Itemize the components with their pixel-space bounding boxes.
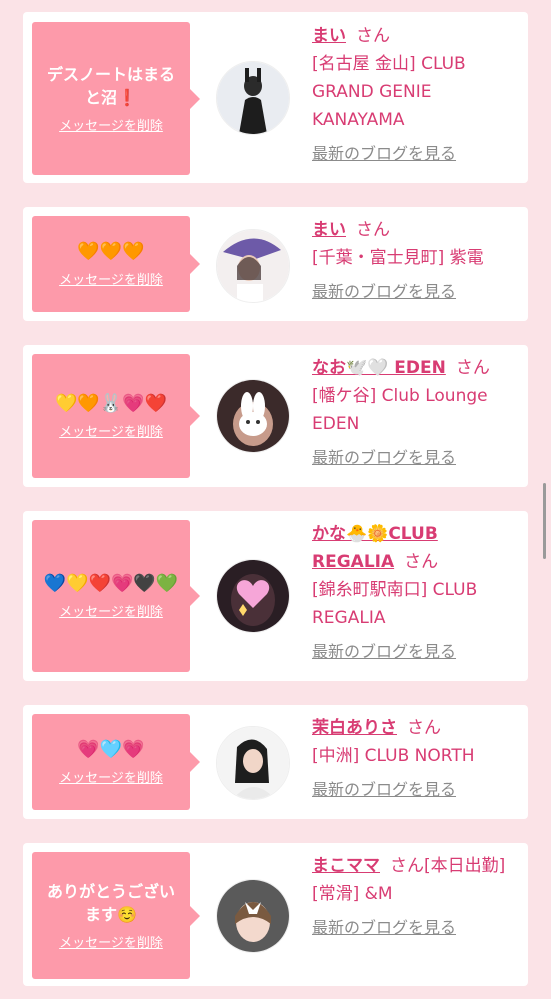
girl-info: かな🐣🌼CLUB REGALIA さん [錦糸町駅南口] CLUB REGALIA… bbox=[312, 520, 522, 662]
honorific: さん bbox=[356, 26, 390, 46]
girl-name-link[interactable]: まい bbox=[312, 220, 346, 240]
honorific: さん bbox=[356, 220, 390, 240]
message-text: デスノートはまると沼❗ bbox=[46, 65, 175, 107]
message-card: 💗🩵💗 メッセージを削除 茉白ありさ さん [中洲] CLUB NORTH 最新の… bbox=[23, 705, 528, 819]
latest-blog-link[interactable]: 最新のブログを見る bbox=[312, 278, 522, 302]
honorific: さん bbox=[455, 358, 490, 378]
shop-name: [中洲] CLUB NORTH bbox=[312, 746, 475, 766]
delete-message-link[interactable]: メッセージを削除 bbox=[59, 115, 163, 134]
shop-name: [錦糸町駅南口] CLUB REGALIA bbox=[312, 580, 478, 628]
avatar[interactable] bbox=[216, 229, 290, 303]
girl-info: まい さん [名古屋 金山] CLUB GRAND GENIE KANAYAMA … bbox=[312, 22, 522, 164]
avatar[interactable] bbox=[216, 726, 290, 800]
latest-blog-link[interactable]: 最新のブログを見る bbox=[312, 776, 522, 800]
message-bubble: ありがとうございます☺️ メッセージを削除 bbox=[32, 852, 200, 979]
message-bubble: 💙💛❤️💗🖤💚 メッセージを削除 bbox=[32, 520, 200, 672]
shop-name: [千葉・富士見町] 紫電 bbox=[312, 248, 484, 268]
honorific: さん bbox=[404, 552, 439, 572]
delete-message-link[interactable]: メッセージを削除 bbox=[59, 269, 163, 288]
girl-name-link[interactable]: なお🕊️🤍 EDEN bbox=[312, 358, 446, 378]
message-card: 💙💛❤️💗🖤💚 メッセージを削除 かな🐣🌼CLUB REGALIA さん [錦糸町… bbox=[23, 511, 528, 681]
delete-message-link[interactable]: メッセージを削除 bbox=[59, 932, 163, 951]
girl-info: まい さん [千葉・富士見町] 紫電 最新のブログを見る bbox=[312, 216, 522, 302]
message-text: 💙💛❤️💗🖤💚 bbox=[43, 573, 179, 594]
message-text: 💛🧡🐰💗❤️ bbox=[54, 393, 168, 414]
latest-blog-link[interactable]: 最新のブログを見る bbox=[312, 638, 522, 662]
latest-blog-link[interactable]: 最新のブログを見る bbox=[312, 914, 522, 938]
message-text: ありがとうございます☺️ bbox=[46, 882, 175, 924]
message-bubble: 💗🩵💗 メッセージを削除 bbox=[32, 714, 200, 810]
message-card: 🧡🧡🧡 メッセージを削除 まい さん [千葉・富士見町] 紫電 最新のブログを見る bbox=[23, 207, 528, 321]
message-bubble: 🧡🧡🧡 メッセージを削除 bbox=[32, 216, 200, 312]
work-status: [本日出勤] bbox=[424, 856, 506, 876]
girl-info: まこママ さん[本日出勤] [常滑] &M 最新のブログを見る bbox=[312, 852, 522, 938]
latest-blog-link[interactable]: 最新のブログを見る bbox=[312, 140, 522, 164]
girl-name-link[interactable]: まい bbox=[312, 26, 346, 46]
latest-blog-link[interactable]: 最新のブログを見る bbox=[312, 444, 522, 468]
delete-message-link[interactable]: メッセージを削除 bbox=[59, 421, 163, 440]
shop-name: [常滑] &M bbox=[312, 884, 393, 904]
shop-name: [幡ケ谷] Club Lounge EDEN bbox=[312, 386, 488, 434]
girl-info: なお🕊️🤍 EDEN さん [幡ケ谷] Club Lounge EDEN 最新のブ… bbox=[312, 354, 522, 468]
girl-name-link[interactable]: まこママ bbox=[312, 856, 380, 876]
avatar[interactable] bbox=[216, 379, 290, 453]
girl-info: 茉白ありさ さん [中洲] CLUB NORTH 最新のブログを見る bbox=[312, 714, 522, 800]
message-text: 🧡🧡🧡 bbox=[77, 241, 145, 262]
message-bubble: デスノートはまると沼❗ メッセージを削除 bbox=[32, 22, 200, 175]
avatar[interactable] bbox=[216, 559, 290, 633]
delete-message-link[interactable]: メッセージを削除 bbox=[59, 767, 163, 786]
avatar[interactable] bbox=[216, 879, 290, 953]
message-card: ありがとうございます☺️ メッセージを削除 まこママ さん[本日出勤] [常滑] … bbox=[23, 843, 528, 986]
honorific: さん bbox=[407, 718, 441, 738]
shop-name: [名古屋 金山] CLUB GRAND GENIE KANAYAMA bbox=[312, 54, 466, 130]
message-card: 💛🧡🐰💗❤️ メッセージを削除 なお🕊️🤍 EDEN さん [幡ケ谷] Club … bbox=[23, 345, 528, 487]
avatar[interactable] bbox=[216, 61, 290, 135]
girl-name-link[interactable]: 茉白ありさ bbox=[312, 718, 397, 738]
message-text: 💗🩵💗 bbox=[77, 739, 145, 760]
message-bubble: 💛🧡🐰💗❤️ メッセージを削除 bbox=[32, 354, 200, 478]
message-card: デスノートはまると沼❗ メッセージを削除 まい さん [名古屋 金山] CLUB … bbox=[23, 12, 528, 183]
honorific: さん bbox=[390, 856, 424, 876]
scrollbar[interactable] bbox=[543, 483, 546, 559]
delete-message-link[interactable]: メッセージを削除 bbox=[59, 601, 163, 620]
